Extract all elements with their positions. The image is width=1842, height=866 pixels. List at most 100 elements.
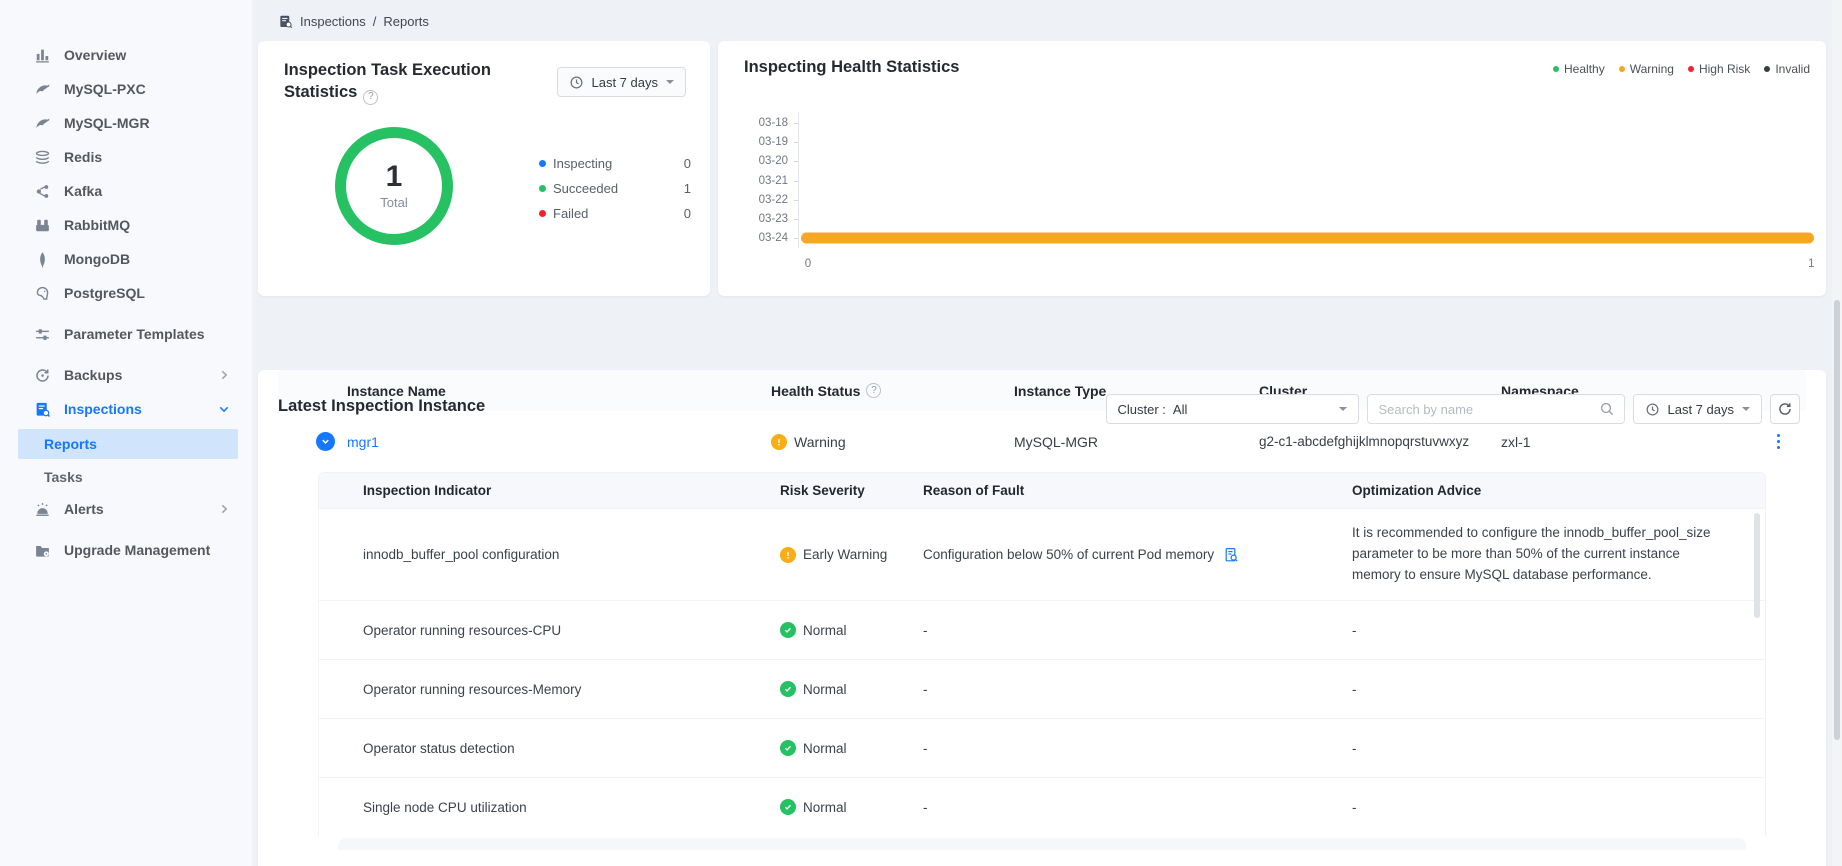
- instance-type-cell: MySQL-MGR: [1014, 434, 1259, 450]
- page-scrollbar: [1832, 0, 1842, 866]
- collapse-row-icon[interactable]: [316, 432, 335, 451]
- header-risk-severity: Risk Severity: [780, 483, 923, 498]
- sidebar-item-label: Parameter Templates: [64, 326, 230, 343]
- sidebar-item-reports[interactable]: Reports: [18, 429, 238, 459]
- sidebar-item-inspections[interactable]: Inspections: [0, 392, 252, 426]
- view-report-icon[interactable]: [1223, 547, 1239, 563]
- search-input[interactable]: [1379, 402, 1599, 417]
- legend-dot: [539, 160, 546, 167]
- y-tick-label: 03-24: [742, 232, 798, 244]
- advice-cell: -: [1352, 800, 1735, 815]
- dolphin-icon: [34, 81, 51, 98]
- sidebar-item-mysql-mgr[interactable]: MySQL-MGR: [0, 106, 252, 140]
- breadcrumb-current: Reports: [383, 14, 429, 29]
- task-execution-title-text: Inspection Task Execution Statistics: [284, 61, 491, 101]
- donut-total-value: 1: [386, 162, 403, 192]
- health-status-text: Warning: [794, 434, 846, 450]
- advice-cell: -: [1352, 741, 1735, 756]
- task-execution-title: Inspection Task Execution Statistics?: [284, 59, 524, 105]
- main-content: Inspections / Reports Inspection Task Ex…: [252, 0, 1842, 866]
- header-inspection-indicator: Inspection Indicator: [363, 483, 780, 498]
- health-chart-row: 03-22: [742, 190, 1812, 209]
- legend-item-failed: Failed 0: [539, 201, 691, 226]
- severity-cell: Early Warning: [780, 547, 923, 563]
- sidebar-item-upgrade-management[interactable]: Upgrade Management: [0, 526, 252, 574]
- sidebar-item-label: Alerts: [64, 501, 205, 518]
- sidebar-item-kafka[interactable]: Kafka: [0, 174, 252, 208]
- legend-item-succeeded: Succeeded 1: [539, 176, 691, 201]
- sidebar-item-label: MySQL-MGR: [64, 115, 230, 132]
- chevron-right-icon: [218, 369, 230, 381]
- bar-chart-icon: [34, 47, 51, 64]
- inspection-detail-panel: Inspection Indicator Risk Severity Reaso…: [318, 472, 1766, 836]
- sidebar-item-overview[interactable]: Overview: [0, 38, 252, 72]
- help-icon[interactable]: ?: [363, 90, 378, 105]
- period-select-task-stats[interactable]: Last 7 days: [557, 67, 687, 97]
- elephant-icon: [34, 285, 51, 302]
- sidebar-item-redis[interactable]: Redis: [0, 140, 252, 174]
- header-reason-of-fault: Reason of Fault: [923, 483, 1352, 498]
- y-tick-label: 03-18: [742, 117, 798, 129]
- sidebar-item-label: Overview: [64, 47, 230, 64]
- indicator-cell: innodb_buffer_pool configuration: [363, 547, 780, 562]
- legend-label: Healthy: [1564, 62, 1605, 76]
- sidebar: Overview MySQL-PXC MySQL-MGR Redis: [0, 0, 252, 866]
- namespace-cell: zxl-1: [1501, 434, 1751, 450]
- period-select-instances[interactable]: Last 7 days: [1633, 394, 1763, 424]
- panel-vertical-scrollbar[interactable]: [1754, 513, 1760, 618]
- legend-value: 0: [684, 206, 691, 221]
- period-value: Last 7 days: [592, 75, 659, 90]
- severity-cell: Normal: [780, 740, 923, 756]
- indicator-cell: Operator running resources-CPU: [363, 623, 780, 638]
- legend-item-high-risk: High Risk: [1688, 62, 1750, 76]
- breadcrumb-parent[interactable]: Inspections: [300, 14, 366, 29]
- advice-cell: -: [1352, 682, 1735, 697]
- instances-table: Instance Name Health Status? Instance Ty…: [278, 370, 1806, 850]
- stack-icon: [34, 149, 51, 166]
- rabbitmq-icon: [34, 217, 51, 234]
- check-icon: [780, 681, 796, 697]
- sidebar-item-mongodb[interactable]: MongoDB: [0, 242, 252, 276]
- backup-restore-icon: [34, 367, 51, 384]
- help-icon[interactable]: ?: [866, 383, 881, 398]
- reason-cell: Configuration below 50% of current Pod m…: [923, 547, 1352, 563]
- cluster-filter-select[interactable]: Cluster : All: [1106, 394, 1359, 424]
- task-legend: Inspecting 0 Succeeded 1 Failed 0: [539, 151, 691, 226]
- kafka-icon: [34, 183, 51, 200]
- warning-icon: [780, 547, 796, 563]
- row-actions-menu-icon[interactable]: [1769, 430, 1789, 454]
- sidebar-item-rabbitmq[interactable]: RabbitMQ: [0, 208, 252, 242]
- sidebar-item-backups[interactable]: Backups: [0, 358, 252, 392]
- instance-name-link[interactable]: mgr1: [347, 434, 379, 450]
- legend-label: Warning: [1630, 62, 1674, 76]
- refresh-button[interactable]: [1770, 394, 1800, 424]
- sidebar-item-mysql-pxc[interactable]: MySQL-PXC: [0, 72, 252, 106]
- sidebar-item-tasks[interactable]: Tasks: [0, 462, 252, 492]
- health-bar-chart: 03-1803-1903-2003-2103-2203-2303-24 0 1: [742, 113, 1812, 272]
- panel-horizontal-scrollbar[interactable]: [338, 838, 1746, 850]
- period-value: Last 7 days: [1668, 402, 1735, 417]
- task-total-donut: 1 Total: [335, 127, 453, 245]
- check-icon: [780, 799, 796, 815]
- legend-item-warning: Warning: [1619, 62, 1674, 76]
- health-x-axis: 0 1: [808, 258, 1812, 272]
- header-health-status-text: Health Status: [771, 383, 860, 399]
- legend-label: Invalid: [1775, 62, 1810, 76]
- health-chart-row: 03-20: [742, 152, 1812, 171]
- severity-text: Normal: [803, 623, 847, 638]
- sliders-icon: [34, 326, 51, 343]
- sidebar-item-alerts[interactable]: Alerts: [0, 492, 252, 526]
- chevron-down-icon: [218, 403, 230, 415]
- clock-icon: [569, 75, 584, 90]
- sidebar-item-postgresql[interactable]: PostgreSQL: [0, 276, 252, 310]
- cluster-cell: g2-c1-abcdefghijklmnopqrstuvwxyz: [1259, 434, 1501, 449]
- header-optimization-advice: Optimization Advice: [1352, 483, 1735, 498]
- sidebar-item-label: MongoDB: [64, 251, 230, 268]
- severity-cell: Normal: [780, 799, 923, 815]
- search-icon[interactable]: [1599, 401, 1615, 417]
- health-legend: Healthy Warning High Risk Invalid: [1553, 62, 1810, 76]
- page-scrollbar-thumb[interactable]: [1834, 300, 1840, 740]
- sidebar-item-parameter-templates[interactable]: Parameter Templates: [0, 310, 252, 358]
- dolphin-icon: [34, 115, 51, 132]
- health-chart-row: 03-24: [742, 229, 1812, 248]
